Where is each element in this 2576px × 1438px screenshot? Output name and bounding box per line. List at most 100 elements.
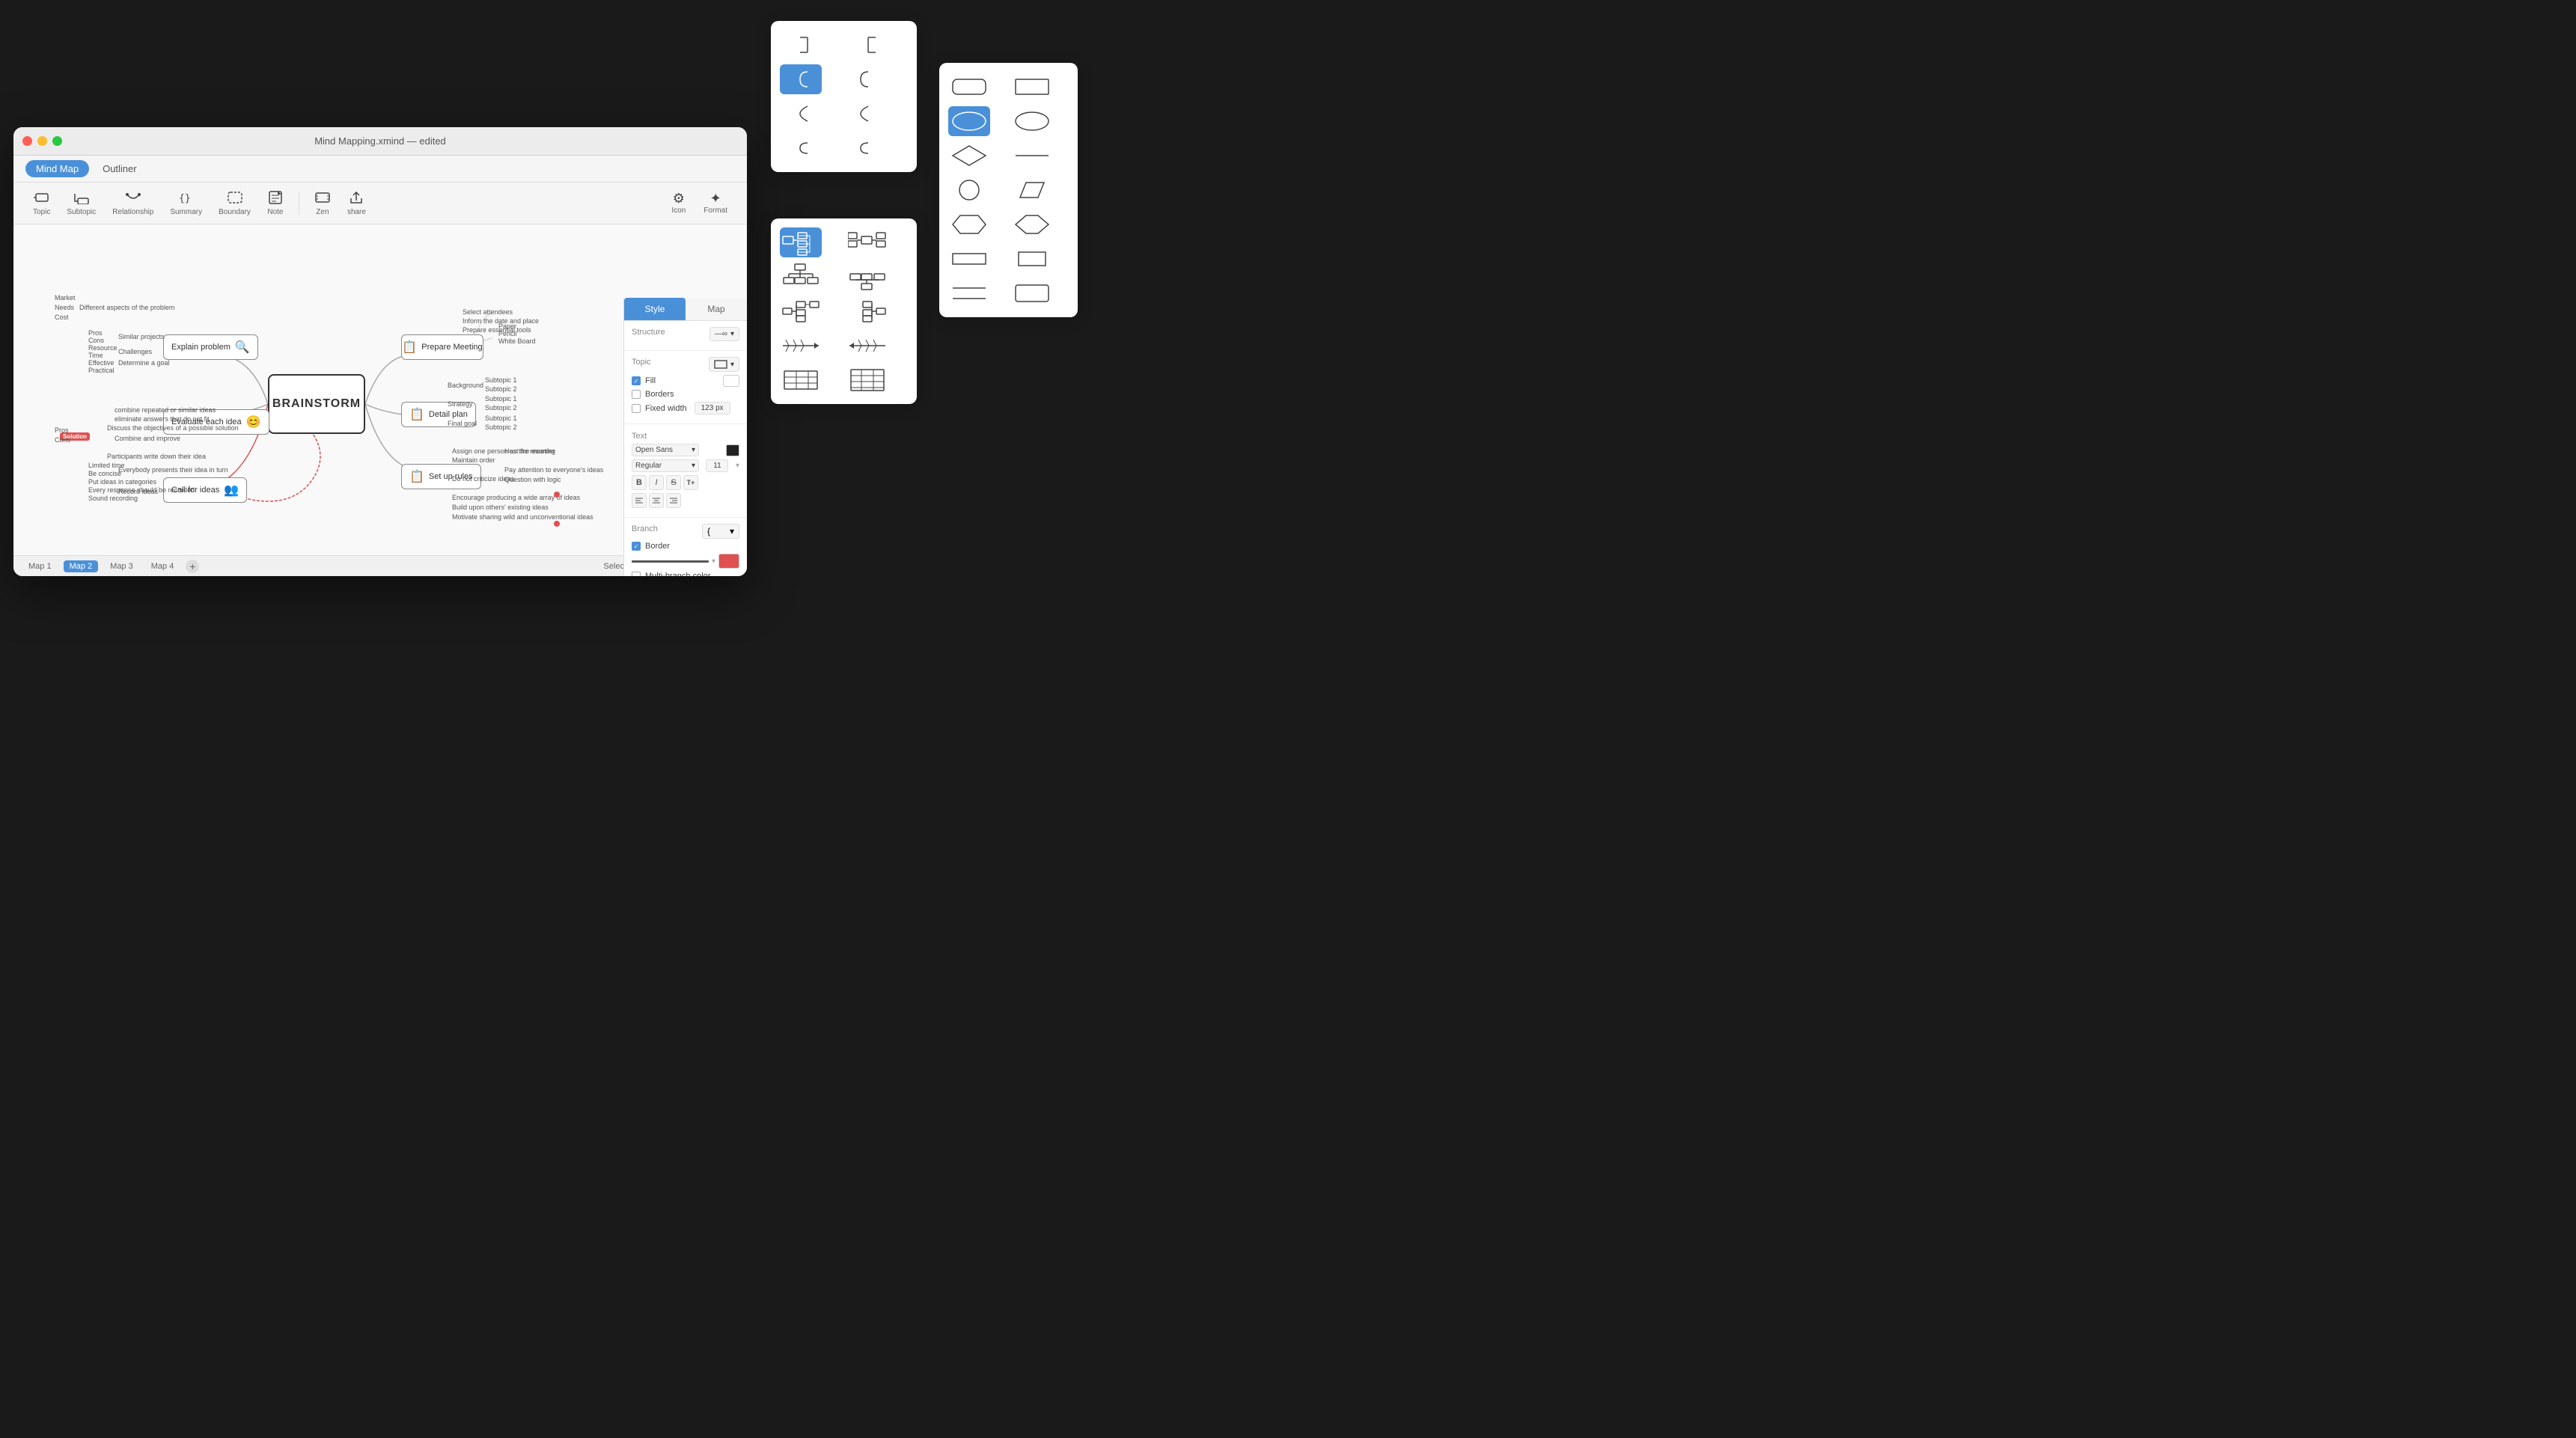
struct-shape-fish2[interactable]	[846, 331, 888, 361]
topic-select[interactable]: ▾	[709, 357, 739, 372]
leaf-subtopic2a: Subtopic 2	[485, 385, 517, 393]
branch-select[interactable]: { ▾	[702, 524, 739, 539]
topic-shape-rect[interactable]	[1011, 72, 1053, 102]
tool-boundary[interactable]: Boundary	[211, 188, 258, 219]
central-node[interactable]: BRAINSTORM	[268, 374, 365, 434]
close-button[interactable]	[22, 136, 32, 146]
minimize-button[interactable]	[37, 136, 47, 146]
topic-shape-octagon[interactable]	[1011, 209, 1053, 239]
align-right-btn[interactable]	[666, 493, 681, 508]
leaf-combine: combine repeated or similar ideas	[115, 406, 216, 414]
main-content: BRAINSTORM 📋 Prepare Meeting 📋 Detail pl…	[13, 224, 747, 555]
font-style-select[interactable]: Regular ▾	[632, 459, 699, 472]
struct-shape-2[interactable]	[846, 227, 888, 257]
panel-format-btn[interactable]: ✦ Format	[696, 189, 735, 218]
topic-explain-problem[interactable]: Explain problem 🔍	[163, 334, 258, 360]
tab-mindmap[interactable]: Mind Map	[25, 160, 89, 177]
structure-select[interactable]: —∞ ▾	[709, 327, 739, 341]
align-center-btn[interactable]	[649, 493, 664, 508]
struct-shape-3[interactable]	[780, 262, 822, 292]
tool-note[interactable]: Note	[260, 188, 291, 219]
struct-shape-table1[interactable]	[780, 365, 822, 395]
add-map-btn[interactable]: +	[186, 560, 199, 573]
text-more-btn[interactable]: T+	[683, 475, 698, 490]
tab-map[interactable]: Map	[686, 298, 747, 320]
panel-header-tabs: Style Map	[624, 298, 747, 321]
tab-outliner[interactable]: Outliner	[92, 160, 147, 177]
font-select[interactable]: Open Sans ▾	[632, 444, 699, 456]
leaf-combine-improve: Combine and improve	[115, 435, 180, 442]
branch-shape-6[interactable]	[846, 99, 888, 129]
strikethrough-btn[interactable]: S	[666, 475, 681, 490]
topic-prepare-meeting[interactable]: 📋 Prepare Meeting	[401, 334, 483, 360]
call-for-ideas-icon: 👥	[224, 483, 239, 498]
branch-color-swatch[interactable]	[718, 554, 739, 555]
tool-share[interactable]: share	[340, 188, 373, 219]
font-style-chevron: ▾	[692, 462, 695, 470]
branch-shape-1[interactable]	[780, 30, 822, 60]
topic-shape-diamond[interactable]	[948, 141, 990, 171]
map-tab-2[interactable]: Map 2	[64, 560, 99, 572]
topic-shape-rect4[interactable]	[1011, 278, 1053, 308]
topic-shape-oval-selected[interactable]	[948, 106, 990, 136]
italic-btn[interactable]: I	[649, 475, 664, 490]
topic-shape-line[interactable]	[1011, 141, 1053, 171]
branch-shape-8[interactable]	[846, 133, 888, 163]
branch-shape-4[interactable]	[846, 64, 888, 94]
fixed-width-checkbox[interactable]	[632, 404, 641, 413]
struct-shape-5[interactable]	[780, 296, 822, 326]
leaf-everybody: Everybody presents their idea in turn	[118, 466, 228, 474]
branch-shape-5[interactable]	[780, 99, 822, 129]
topic-shape-rounded[interactable]	[948, 72, 990, 102]
fill-checkbox[interactable]	[632, 376, 641, 385]
topic-shape-rect2[interactable]	[948, 244, 990, 274]
map-tab-3[interactable]: Map 3	[104, 560, 139, 572]
detail-plan-icon: 📋	[409, 407, 424, 422]
leaf-cost: Cost	[55, 313, 69, 321]
struct-shape-4[interactable]	[846, 262, 888, 292]
tab-style[interactable]: Style	[624, 298, 686, 320]
relationship-icon	[125, 191, 141, 206]
tool-relationship[interactable]: Relationship	[105, 188, 161, 219]
leaf-host-meeting: Host the meeting	[504, 447, 555, 455]
prepare-meeting-label: Prepare Meeting	[421, 343, 482, 352]
panel-icon-btn[interactable]: ⚙ Icon	[664, 189, 693, 218]
leaf-question-logic: Question with logic	[504, 476, 561, 483]
map-tab-1[interactable]: Map 1	[22, 560, 58, 572]
topic-shape-parallelogram[interactable]	[1011, 175, 1053, 205]
structure-chevron: ▾	[730, 330, 734, 338]
struct-shape-1-selected[interactable]	[780, 227, 822, 257]
branch-shape-7[interactable]	[780, 133, 822, 163]
topic-shape-rect3[interactable]	[1011, 244, 1053, 274]
tool-summary[interactable]: {} Summary	[162, 188, 210, 219]
maximize-button[interactable]	[52, 136, 62, 146]
branch-shape-2[interactable]	[846, 30, 888, 60]
topic-shape-circle[interactable]	[948, 175, 990, 205]
border-checkbox[interactable]	[632, 542, 641, 551]
align-left-btn[interactable]	[632, 493, 647, 508]
fixed-width-value[interactable]: 123 px	[695, 402, 730, 414]
tool-subtopic[interactable]: Subtopic	[59, 188, 103, 219]
topic-shape-lines[interactable]	[948, 278, 990, 308]
bold-btn[interactable]: B	[632, 475, 647, 490]
borders-checkbox[interactable]	[632, 390, 641, 399]
branch-shape-3-selected[interactable]	[780, 64, 822, 94]
leaf-time: Time	[88, 352, 103, 359]
topic-shape-panel	[939, 63, 1078, 317]
font-size-input[interactable]: 11	[706, 459, 728, 472]
tool-topic[interactable]: Topic	[25, 188, 58, 219]
fill-row: Fill	[632, 375, 739, 387]
map-tab-4[interactable]: Map 4	[145, 560, 180, 572]
topic-shape-hexagon[interactable]	[948, 209, 990, 239]
leaf-effective: Effective	[88, 359, 114, 367]
tool-zen[interactable]: Zen	[307, 188, 338, 219]
struct-shape-table2[interactable]	[846, 365, 888, 395]
topic-shape-oval[interactable]	[1011, 106, 1053, 136]
app-window: Mind Mapping.xmind — edited Mind Map Out…	[13, 127, 747, 576]
struct-shape-6[interactable]	[846, 296, 888, 326]
svg-text:{}: {}	[179, 193, 191, 204]
text-color-swatch[interactable]	[726, 444, 739, 456]
size-chevron: ▾	[736, 462, 739, 470]
struct-shape-fish1[interactable]	[780, 331, 822, 361]
fill-color-swatch[interactable]	[723, 375, 739, 387]
